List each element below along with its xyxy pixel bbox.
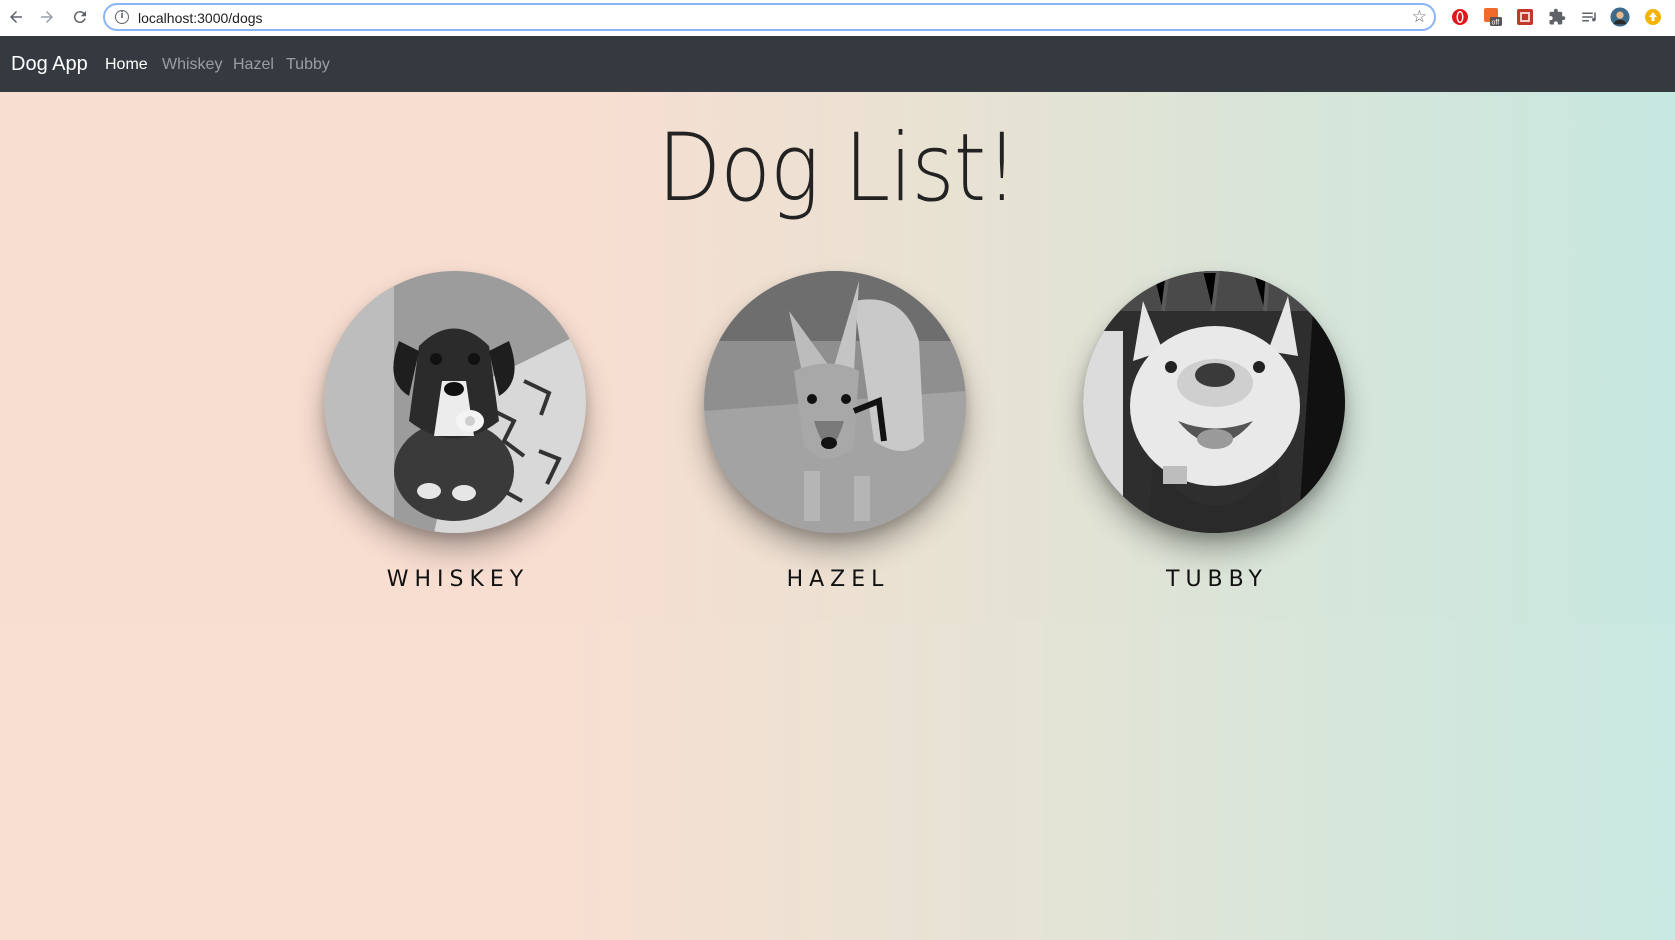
dog-photo-tubby[interactable] — [1083, 271, 1345, 533]
extension-off-icon[interactable]: off — [1483, 7, 1503, 27]
reading-list-icon[interactable] — [1579, 7, 1599, 27]
top-navbar: Dog App Home Whiskey Hazel Tubby — [0, 36, 1675, 92]
dog-photo-whiskey[interactable] — [324, 271, 586, 533]
extensions-puzzle-icon[interactable] — [1547, 7, 1567, 27]
dog-name-tubby[interactable]: TUBBY — [1160, 567, 1268, 593]
reload-icon[interactable] — [69, 6, 91, 28]
dog-card-whiskey[interactable]: WHISKEY — [324, 271, 586, 593]
profile-avatar-icon[interactable] — [1610, 7, 1630, 27]
address-bar-url[interactable]: localhost:3000/dogs — [138, 9, 263, 27]
address-bar[interactable]: i localhost:3000/dogs ☆ — [103, 3, 1436, 31]
dog-name-whiskey[interactable]: WHISKEY — [381, 567, 530, 593]
update-icon[interactable] — [1643, 7, 1663, 27]
nav-link-hazel[interactable]: Hazel — [233, 55, 274, 75]
info-icon[interactable]: i — [115, 10, 129, 24]
brand-link[interactable]: Dog App — [11, 52, 88, 76]
dog-photo-hazel[interactable] — [704, 271, 966, 533]
svg-text:off: off — [1492, 20, 1500, 27]
dog-card-tubby[interactable]: TUBBY — [1083, 271, 1345, 593]
extension-red-icon[interactable] — [1515, 7, 1535, 27]
browser-toolbar: i localhost:3000/dogs ☆ off — [0, 0, 1675, 37]
forward-arrow-icon[interactable] — [36, 6, 58, 28]
extension-opera-icon[interactable] — [1450, 7, 1470, 27]
dog-card-hazel[interactable]: HAZEL — [704, 271, 966, 593]
page-title: Dog List! — [657, 114, 1018, 223]
nav-link-whiskey[interactable]: Whiskey — [162, 55, 222, 75]
dog-name-hazel[interactable]: HAZEL — [781, 567, 890, 593]
nav-link-home[interactable]: Home — [105, 55, 148, 75]
dog-list-page: Dog List! WHISKEY HAZEL TUBBY — [0, 92, 1675, 940]
bookmark-star-icon[interactable]: ☆ — [1412, 7, 1427, 27]
back-arrow-icon[interactable] — [5, 6, 27, 28]
nav-link-tubby[interactable]: Tubby — [286, 55, 330, 75]
